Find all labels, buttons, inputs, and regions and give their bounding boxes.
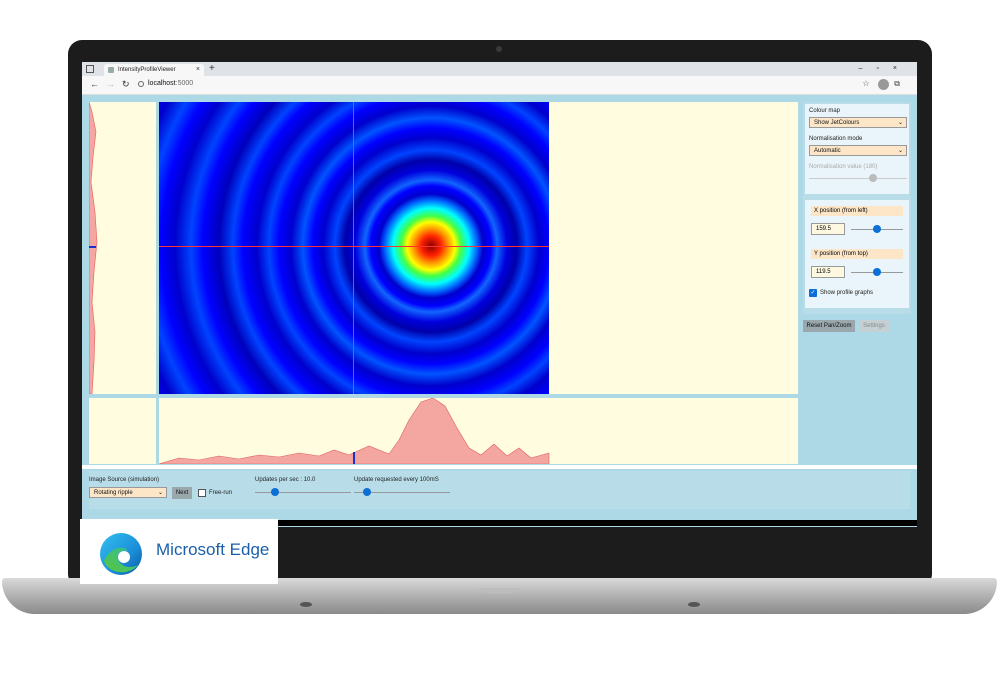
normalisation-slider[interactable] xyxy=(869,174,877,182)
site-info-icon[interactable] xyxy=(138,81,144,87)
app-area: Colour map Show JetColours ⌄ Normalisati… xyxy=(82,95,917,527)
y-position-slider[interactable] xyxy=(873,268,881,276)
x-position-label: X position (from left) xyxy=(811,206,903,216)
normalisation-mode-label: Normalisation mode xyxy=(809,136,863,142)
normalisation-slider-track xyxy=(809,178,907,179)
image-source-select[interactable]: Rotating ripple ⌄ xyxy=(89,487,167,498)
url-field[interactable]: localhost:5000 xyxy=(148,80,193,87)
normalisation-mode-value: Automatic xyxy=(814,148,841,154)
colour-map-value: Show JetColours xyxy=(814,120,860,126)
x-position-slider[interactable] xyxy=(873,225,881,233)
vertical-profile-svg xyxy=(88,101,98,395)
image-source-label: Image Source (simulation) xyxy=(89,477,160,483)
crosshair-horizontal xyxy=(159,246,549,247)
back-icon[interactable]: ← xyxy=(90,79,99,89)
position-settings-group: X position (from left) 159.5 Y position … xyxy=(805,200,909,308)
forward-icon[interactable]: → xyxy=(106,79,115,89)
horizontal-profile-marker xyxy=(353,452,355,464)
normalisation-value-label: Normalisation value (180) xyxy=(809,164,878,170)
edge-product-name: Microsoft Edge xyxy=(156,540,270,559)
update-requested-slider[interactable] xyxy=(363,488,371,496)
url-host: localhost xyxy=(148,80,176,87)
tab-strip: IntensityProfileViewer × + –▫× xyxy=(82,62,917,76)
colour-map-label: Colour map xyxy=(809,108,841,114)
refresh-icon[interactable]: ↻ xyxy=(122,79,130,90)
horizontal-profile-svg xyxy=(158,397,550,465)
updates-per-sec-slider-track xyxy=(255,492,351,493)
window-controls[interactable]: –▫× xyxy=(859,62,911,76)
image-canvas-background xyxy=(549,102,798,394)
laptop-foot xyxy=(300,602,312,607)
y-position-input[interactable]: 119.5 xyxy=(811,266,845,278)
y-position-label: Y position (from top) xyxy=(811,249,903,259)
controls-bar: Image Source (simulation) Rotating rippl… xyxy=(89,471,910,509)
tab-close-icon[interactable]: × xyxy=(196,64,200,76)
new-tab-button[interactable]: + xyxy=(209,62,215,76)
show-profile-graphs-label: Show profile graphs xyxy=(820,290,874,296)
laptop-foot xyxy=(688,602,700,607)
profile-corner xyxy=(89,398,156,464)
tab-title: IntensityProfileViewer xyxy=(118,67,176,73)
separator xyxy=(82,465,917,469)
profile-avatar[interactable] xyxy=(878,79,889,90)
intensity-image[interactable] xyxy=(159,102,549,394)
browser-tab[interactable]: IntensityProfileViewer × xyxy=(104,64,204,76)
favicon-icon xyxy=(108,67,114,73)
edge-branding-card: Microsoft Edge xyxy=(80,519,278,584)
horizontal-profile-graph xyxy=(158,397,798,465)
updates-per-sec-label: Updates per sec : 10.0 xyxy=(255,477,316,483)
normalisation-mode-select[interactable]: Automatic ⌄ xyxy=(809,145,907,156)
settings-button[interactable]: Settings xyxy=(859,320,889,332)
update-requested-label: Update requested every 100mS xyxy=(354,477,439,483)
chevron-down-icon: ⌄ xyxy=(157,490,163,496)
next-button[interactable]: Next xyxy=(172,487,192,499)
url-port: :5000 xyxy=(175,80,194,87)
reset-pan-zoom-button[interactable]: Reset Pan/Zoom xyxy=(803,320,855,332)
free-run-label: Free-run xyxy=(209,490,233,496)
edge-logo-icon xyxy=(100,533,142,575)
colour-settings-group: Colour map Show JetColours ⌄ Normalisati… xyxy=(805,104,909,194)
settings-panel: Colour map Show JetColours ⌄ Normalisati… xyxy=(803,102,911,314)
crosshair-vertical xyxy=(353,102,354,394)
screen: IntensityProfileViewer × + –▫× ← → ↻ loc… xyxy=(82,62,917,527)
updates-per-sec-slider[interactable] xyxy=(271,488,279,496)
tab-actions-icon[interactable] xyxy=(86,65,94,73)
image-source-value: Rotating ripple xyxy=(94,490,133,496)
chevron-down-icon: ⌄ xyxy=(897,120,903,126)
laptop-notch xyxy=(478,588,520,593)
free-run-checkbox[interactable] xyxy=(198,489,206,497)
chevron-down-icon: ⌄ xyxy=(897,148,903,154)
show-profile-graphs-checkbox[interactable]: ✓ xyxy=(809,289,817,297)
x-position-input[interactable]: 159.5 xyxy=(811,223,845,235)
vertical-profile-graph xyxy=(88,101,156,395)
address-bar: ← → ↻ localhost:5000 ☆✩⧉ xyxy=(82,76,917,95)
vertical-profile-marker xyxy=(89,246,96,248)
colour-map-select[interactable]: Show JetColours ⌄ xyxy=(809,117,907,128)
webcam xyxy=(496,46,502,52)
